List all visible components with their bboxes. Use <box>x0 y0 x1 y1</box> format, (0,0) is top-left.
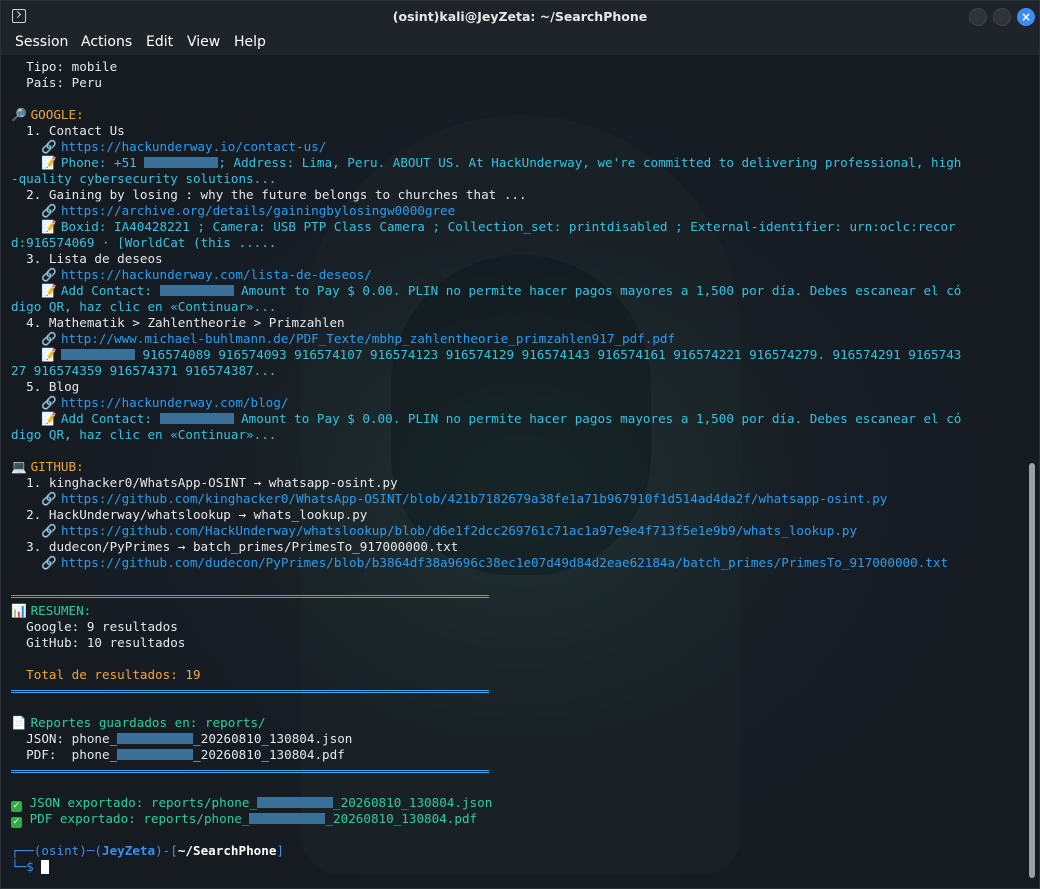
redacted-phone <box>159 285 234 296</box>
google-result-1-url[interactable]: 🔗 https://hackunderway.io/contact-us/ <box>11 139 326 155</box>
link-icon: 🔗 <box>41 267 58 282</box>
summary-total: Total de resultados: 19 <box>11 667 201 682</box>
check-icon: ✓ <box>11 817 22 828</box>
link-icon: 🔗 <box>41 395 58 410</box>
redacted-phone <box>117 749 194 760</box>
link-icon: 🔗 <box>41 203 58 218</box>
redacted-phone <box>60 349 135 360</box>
link-icon: 🔗 <box>41 139 58 154</box>
github-result-2-title: 2. HackUnderway/whatslookup → whats_look… <box>11 507 368 522</box>
google-result-2-url[interactable]: 🔗 https://archive.org/details/gainingbyl… <box>11 203 455 219</box>
google-result-2-snippet: 📝 Boxid: IA40428221 ; Camera: USB PTP Cl… <box>41 219 956 234</box>
github-result-1-title: 1. kinghacker0/WhatsApp-OSINT → whatsapp… <box>11 475 398 490</box>
link-icon: 🔗 <box>41 491 58 506</box>
export-json-status: ✓ JSON exportado: reports/phone_ _2026081… <box>11 795 493 812</box>
laptop-icon: 💻 <box>11 459 27 474</box>
redacted-phone <box>257 797 334 808</box>
export-pdf-status: ✓ PDF exportado: reports/phone_ _20260810… <box>11 811 478 828</box>
note-icon: 📝 <box>41 283 58 298</box>
note-icon: 📝 <box>41 155 58 170</box>
redacted-phone <box>144 157 219 168</box>
google-result-1-snippet-cont: -quality cybersecurity solutions... <box>11 171 277 186</box>
reports-json: JSON: phone_ _20260810_130804.json <box>11 731 353 746</box>
prompt-line-2[interactable]: └─$ <box>11 859 50 875</box>
note-icon: 📝 <box>41 411 58 426</box>
reports-header: 📄 Reportes guardados en: reports/ <box>11 715 266 730</box>
google-header: 🔎 GOOGLE: <box>11 107 84 122</box>
close-button[interactable]: × <box>1017 8 1035 26</box>
github-result-3-url[interactable]: 🔗 https://github.com/dudecon/PyPrimes/bl… <box>11 555 948 571</box>
google-result-4-url[interactable]: 🔗 http://www.michael-buhlmann.de/PDF_Tex… <box>11 331 675 347</box>
google-result-5-snippet: 📝 Add Contact: Amount to Pay $ 0.00. PLI… <box>41 411 962 426</box>
reports-pdf: PDF: phone_ _20260810_130804.pdf <box>11 747 345 762</box>
maximize-button[interactable] <box>993 8 1011 26</box>
note-icon: 📝 <box>41 347 58 362</box>
redacted-phone <box>249 813 326 824</box>
google-result-4-title: 4. Mathematik > Zahlentheorie > Primzahl… <box>11 315 345 330</box>
minimize-button[interactable] <box>969 8 987 26</box>
summary-header: 📊 RESUMEN: <box>11 603 92 618</box>
summary-google: Google: 9 resultados <box>11 619 178 634</box>
document-icon: 📄 <box>11 715 27 730</box>
google-result-5-url[interactable]: 🔗 https://hackunderway.com/blog/ <box>11 395 288 411</box>
github-result-3-title: 3. dudecon/PyPrimes → batch_primes/Prime… <box>11 539 459 554</box>
link-icon: 🔗 <box>41 555 58 570</box>
info-pais: País: Peru <box>11 75 102 90</box>
google-result-3-snippet-cont: digo QR, haz clic en «Continuar»... <box>11 299 277 314</box>
menu-edit[interactable]: Edit <box>146 34 173 50</box>
menu-bar: Session Actions Edit View Help <box>1 33 1039 55</box>
github-header: 💻 GITHUB: <box>11 459 84 474</box>
google-result-1-title: 1. Contact Us <box>11 123 125 138</box>
search-icon: 🔎 <box>11 107 27 122</box>
summary-github: GitHub: 10 resultados <box>11 635 186 650</box>
terminal-output[interactable]: Tipo: mobile País: Peru 🔎 GOOGLE: 1. Con… <box>1 55 1039 888</box>
github-result-1-url[interactable]: 🔗 https://github.com/kinghacker0/WhatsAp… <box>11 491 887 507</box>
google-result-5-title: 5. Blog <box>11 379 80 394</box>
text-cursor <box>41 860 50 874</box>
google-result-1-snippet: 📝 Phone: +51 ; Address: Lima, Peru. ABOU… <box>41 155 962 170</box>
menu-view[interactable]: View <box>187 34 220 50</box>
separator-double-line <box>11 690 489 693</box>
scrollbar-thumb[interactable] <box>1029 463 1035 878</box>
google-result-2-title: 2. Gaining by losing : why the future be… <box>11 187 527 202</box>
google-result-4-snippet: 📝 916574089 916574093 916574107 91657412… <box>41 347 962 362</box>
separator-double-line <box>11 770 489 773</box>
link-icon: 🔗 <box>41 523 58 538</box>
link-icon: 🔗 <box>41 331 58 346</box>
redacted-phone <box>159 413 234 424</box>
google-result-3-title: 3. Lista de deseos <box>11 251 163 266</box>
window-title: (osint)kali@JeyZeta: ~/SearchPhone <box>392 9 648 24</box>
terminal-window: (osint)kali@JeyZeta: ~/SearchPhone × Ses… <box>0 0 1040 889</box>
redacted-phone <box>117 733 194 744</box>
title-bar[interactable]: (osint)kali@JeyZeta: ~/SearchPhone × <box>1 1 1039 33</box>
google-result-2-snippet-cont: d:916574069 · [WorldCat (this ..... <box>11 235 277 250</box>
google-result-3-url[interactable]: 🔗 https://hackunderway.com/lista-de-dese… <box>11 267 371 283</box>
prompt-line-1: ┌──(osint)─(JeyZeta)-[~/SearchPhone] <box>11 843 284 858</box>
google-result-3-snippet: 📝 Add Contact: Amount to Pay $ 0.00. PLI… <box>41 283 962 298</box>
menu-session[interactable]: Session <box>15 34 68 50</box>
bar-chart-icon: 📊 <box>11 603 27 618</box>
note-icon: 📝 <box>41 219 58 234</box>
google-result-5-snippet-cont: digo QR, haz clic en «Continuar»... <box>11 427 277 442</box>
info-tipo: Tipo: mobile <box>11 59 118 74</box>
menu-help[interactable]: Help <box>234 34 266 50</box>
github-result-2-url[interactable]: 🔗 https://github.com/HackUnderway/whatsl… <box>11 523 857 539</box>
menu-actions[interactable]: Actions <box>81 34 132 50</box>
google-result-4-snippet-cont: 27 916574359 916574371 916574387... <box>11 363 277 378</box>
separator-double-line <box>11 595 489 598</box>
